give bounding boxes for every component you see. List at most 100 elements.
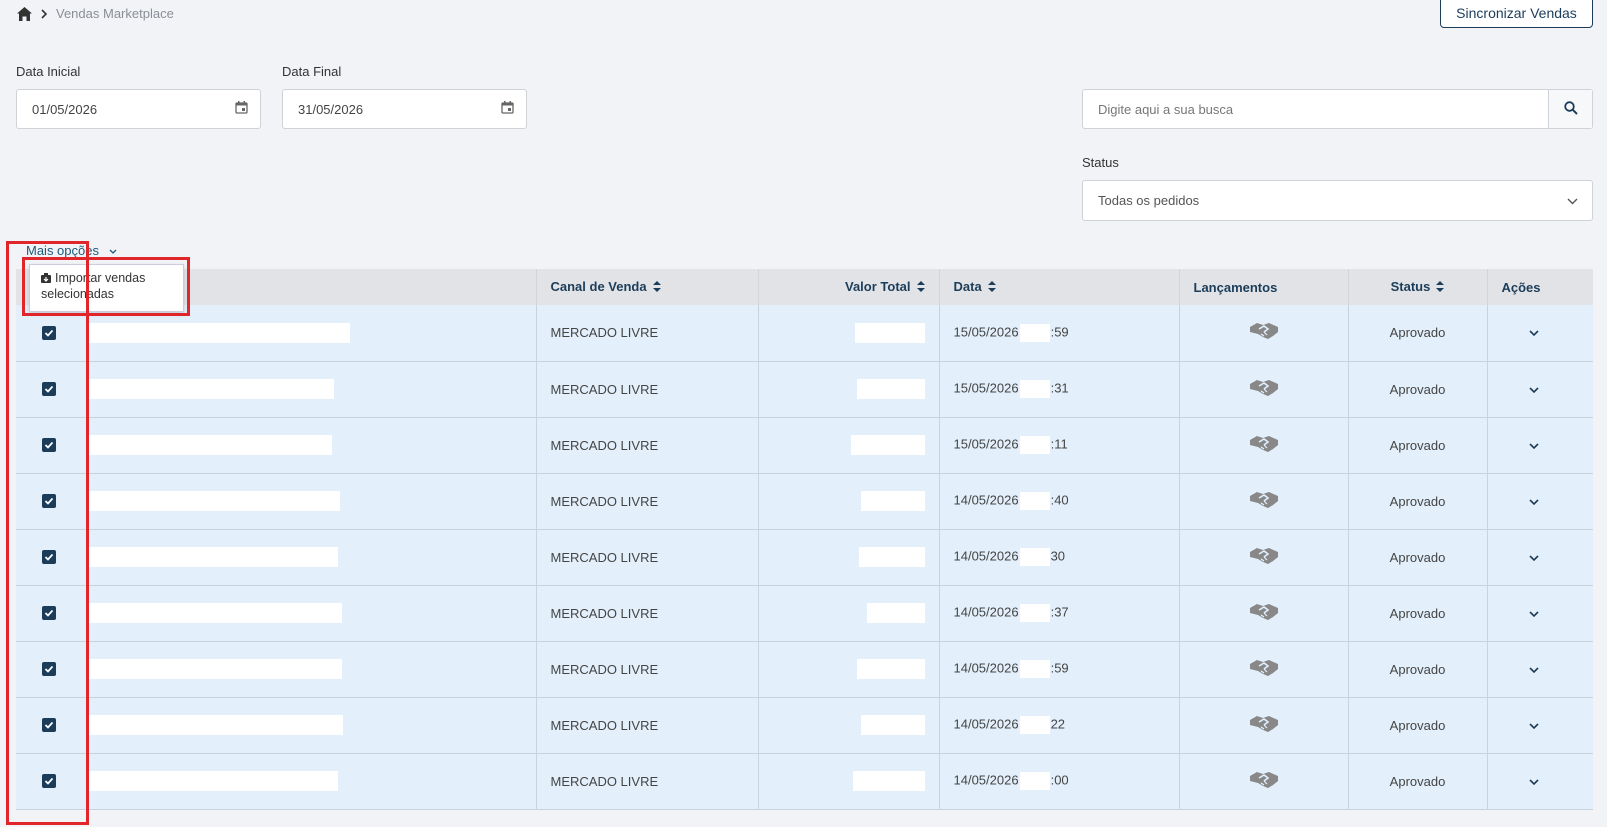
import-selected-menu-item[interactable]: Importar vendas selecionadas [29,264,184,312]
home-icon[interactable] [17,6,32,21]
handshake-icon[interactable] [1249,491,1279,513]
search-input[interactable] [1083,90,1548,128]
table-row: MERCADO LIVRE 14/05/2026:37 Aprovado [16,585,1593,641]
channel-cell: MERCADO LIVRE [536,697,759,753]
total-cell [758,753,940,809]
sort-icon[interactable] [1436,280,1445,295]
redacted-time [1019,716,1050,734]
calendar-icon[interactable] [235,101,248,117]
row-checkbox[interactable] [42,325,56,340]
status-cell: Aprovado [1348,753,1488,809]
redacted-customer [87,379,334,399]
sort-icon[interactable] [916,280,925,295]
date-cell: 15/05/2026:59 [939,305,1180,361]
status-select[interactable]: Todas os pedidos [1082,180,1593,221]
table-row: MERCADO LIVRE 15/05/2026:31 Aprovado [16,361,1593,417]
redacted-total [856,659,925,679]
channel-cell: MERCADO LIVRE [536,641,759,697]
date-suffix: :40 [1050,492,1069,508]
handshake-icon[interactable] [1249,603,1279,625]
column-header-total-label: Valor Total [845,279,911,294]
handshake-icon[interactable] [1249,715,1279,737]
expand-row-icon[interactable] [1529,606,1539,621]
date-cell: 15/05/2026:31 [939,361,1180,417]
status-cell: Aprovado [1348,641,1488,697]
handshake-icon[interactable] [1249,379,1279,401]
status-label: Status [1082,155,1119,170]
chevron-right-icon [40,8,48,19]
search-button[interactable] [1548,90,1592,128]
row-select-cell [16,753,537,809]
row-select-cell [16,585,537,641]
redacted-time [1019,436,1050,454]
expand-row-icon[interactable] [1529,494,1539,509]
row-checkbox[interactable] [42,774,56,788]
expand-row-icon[interactable] [1529,718,1539,733]
actions-cell [1487,305,1593,361]
date-suffix: :31 [1050,380,1069,396]
breadcrumb-current: Vendas Marketplace [56,6,174,21]
end-date-label: Data Final [282,64,342,79]
date-cell: 15/05/2026:11 [939,417,1180,473]
expand-row-icon[interactable] [1529,662,1539,677]
row-checkbox[interactable] [42,494,56,508]
actions-cell [1487,473,1593,529]
column-header-channel[interactable]: Canal de Venda [536,269,759,305]
date-suffix: :37 [1050,604,1069,620]
handshake-icon[interactable] [1249,659,1279,681]
actions-cell [1487,529,1593,585]
actions-cell [1487,361,1593,417]
redacted-total [852,771,925,791]
date-prefix: 14/05/2026 [953,492,1019,508]
sort-icon[interactable] [987,280,996,295]
redacted-customer [87,659,342,679]
redacted-time [1019,660,1050,678]
row-checkbox[interactable] [42,606,56,620]
expand-row-icon[interactable] [1529,550,1539,565]
date-prefix: 15/05/2026 [953,324,1019,340]
actions-cell [1487,641,1593,697]
row-checkbox[interactable] [42,438,56,452]
expand-row-icon[interactable] [1529,774,1539,789]
column-header-date[interactable]: Data [939,269,1180,305]
total-cell [758,361,940,417]
status-cell: Aprovado [1348,529,1488,585]
expand-row-icon[interactable] [1529,438,1539,453]
actions-cell [1487,417,1593,473]
table-row: MERCADO LIVRE 14/05/2026:40 Aprovado [16,473,1593,529]
handshake-icon[interactable] [1249,323,1279,344]
row-checkbox[interactable] [42,382,56,396]
table-row: MERCADO LIVRE 14/05/2026 30 Aprovado [16,529,1593,585]
redacted-total [860,715,925,735]
search-box [1082,89,1593,129]
search-icon [1563,100,1578,118]
table-row: MERCADO LIVRE 14/05/2026:00 Aprovado [16,753,1593,809]
row-checkbox[interactable] [42,718,56,732]
channel-cell: MERCADO LIVRE [536,473,759,529]
sync-sales-button[interactable]: Sincronizar Vendas [1440,0,1593,28]
more-options-toggle[interactable]: Mais opções [26,243,117,258]
handshake-icon[interactable] [1249,435,1279,457]
status-cell: Aprovado [1348,305,1488,361]
sort-icon[interactable] [652,280,661,295]
row-checkbox[interactable] [42,662,56,676]
entries-cell [1179,753,1349,809]
redacted-total [854,322,925,343]
column-header-total[interactable]: Valor Total [758,269,940,305]
date-suffix: 22 [1050,716,1066,732]
expand-row-icon[interactable] [1529,382,1539,397]
handshake-icon[interactable] [1249,771,1279,793]
status-cell: Aprovado [1348,585,1488,641]
column-header-actions: Ações [1501,279,1541,295]
start-date-input[interactable]: 01/05/2026 [16,89,261,129]
row-checkbox[interactable] [42,550,56,564]
column-header-status[interactable]: Status [1348,269,1488,305]
table-header-row: Canal de Venda Valor Total Data Lançamen… [16,269,1593,305]
handshake-icon[interactable] [1249,547,1279,569]
end-date-input[interactable]: 31/05/2026 [282,89,527,129]
expand-row-icon[interactable] [1529,325,1539,340]
redacted-time [1019,380,1050,398]
calendar-icon[interactable] [501,101,514,117]
redacted-total [850,435,925,455]
channel-cell: MERCADO LIVRE [536,417,759,473]
